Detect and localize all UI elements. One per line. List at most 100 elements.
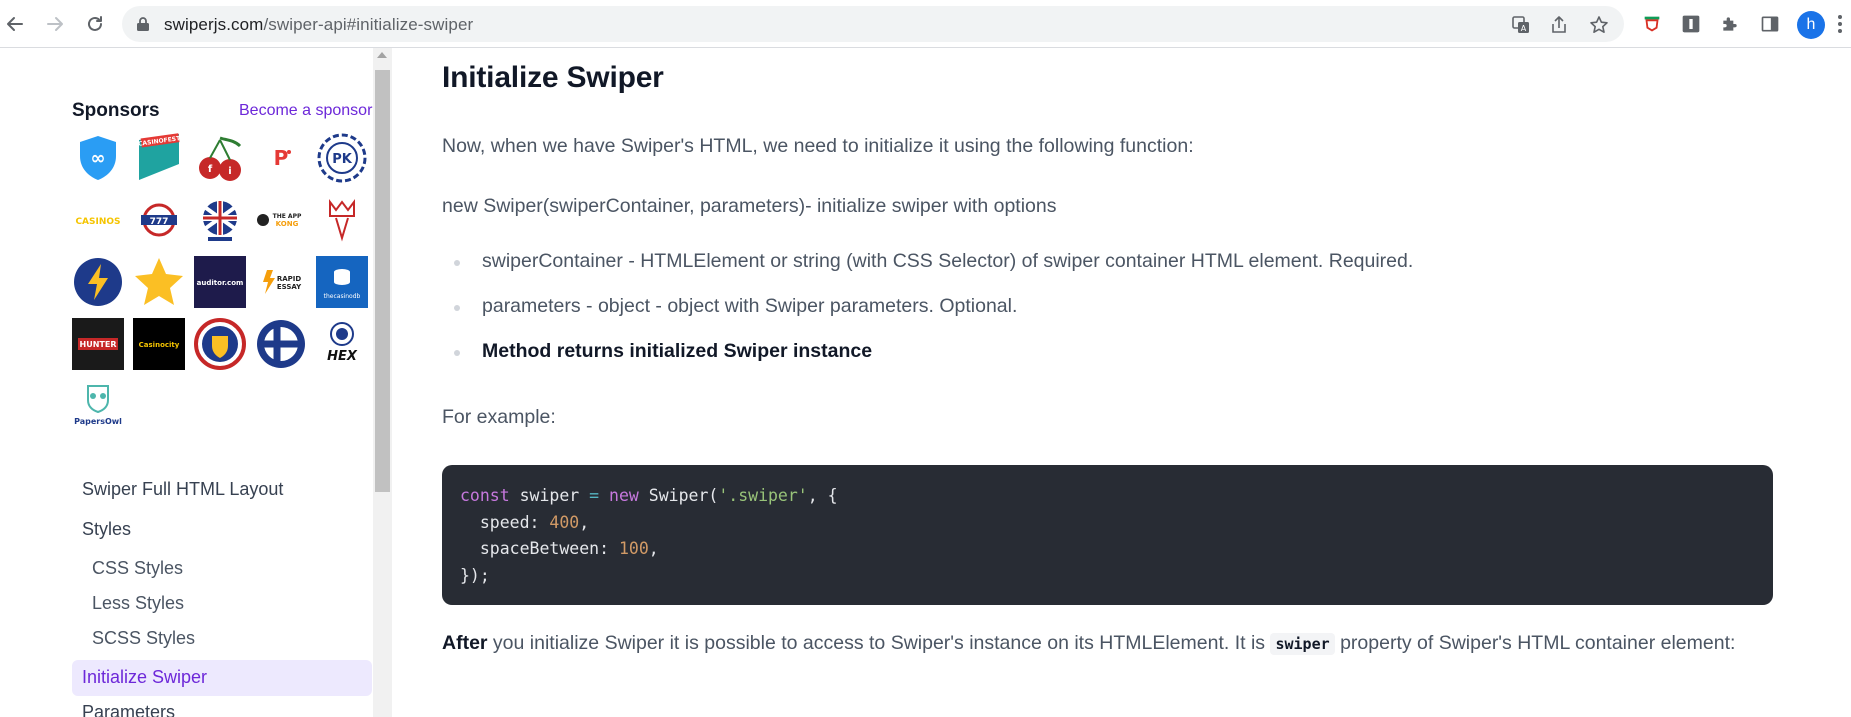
extension-reader-button[interactable] [1679,12,1703,36]
code-token: spaceBetween: [460,539,619,558]
sidebar-item-scss-styles[interactable]: SCSS Styles [92,628,195,649]
sponsor-logo-text: HEX [327,349,358,364]
bullet-dot-icon [454,260,460,266]
sponsor-papersowl-logo-icon: PapersOwl [74,385,122,426]
sidebar-item-initialize-swiper[interactable]: Initialize Swiper [72,660,372,696]
scrollbar-thumb[interactable] [375,70,390,492]
side-panel-button[interactable] [1758,12,1782,36]
sponsor-logo-text: thecasinodb [324,293,361,300]
sponsor-logo-text: 777 [150,217,169,227]
code-token: , [648,539,659,558]
sponsor-logo[interactable]: HUNTER [72,318,124,370]
sponsor-pk-chip-logo-icon: PK [317,133,367,183]
after-text-2: property of Swiper's HTML container elem… [1334,632,1736,654]
code-token: , [579,512,590,532]
sponsor-logo[interactable]: CASINOFEST [133,132,185,184]
sidebar-item-full-html-layout[interactable]: Swiper Full HTML Layout [82,479,283,500]
svg-text:i: i [228,166,231,177]
sidebar-scrollbar[interactable] [373,48,392,717]
sidebar-item-css-styles[interactable]: CSS Styles [92,558,183,579]
sponsor-red-crown-logo-icon [329,199,355,242]
sponsor-logo[interactable] [72,256,124,308]
sidebar-item-less-styles[interactable]: Less Styles [92,593,184,614]
sponsor-p-logo-icon: P [274,146,291,170]
sponsor-777-logo-icon: 777 [141,203,177,237]
sponsor-hunter-logo-icon: HUNTER [72,318,124,370]
share-icon [1552,16,1566,33]
list-item-text: Method returns initialized Swiper instan… [482,340,873,362]
svg-text:THE APP: THE APP [273,213,302,220]
sponsor-logo[interactable] [133,256,185,308]
share-button[interactable] [1548,14,1570,36]
sponsor-logo[interactable] [255,318,307,370]
list-item-text: swiperContainer - HTMLElement or string … [482,250,1414,272]
sponsor-logo-text: auditor.com [197,279,244,287]
url-text: swiperjs.com/swiper-api#initialize-swipe… [164,15,473,35]
svg-text:KONG: KONG [276,220,299,228]
sponsor-dutch-lion-logo-icon [194,318,246,370]
code-token: 400 [549,512,580,532]
sponsor-appkong-logo-icon: THE APPKONG [257,213,302,228]
scroll-up-arrow-icon[interactable] [377,52,387,58]
reload-button[interactable] [82,11,108,37]
sponsor-logo[interactable]: P [255,132,307,184]
sponsor-logo[interactable]: ∞ [72,132,124,184]
sponsor-logo[interactable] [194,194,246,246]
sponsor-logo[interactable]: 777 [133,194,185,246]
back-arrow-icon [7,17,23,31]
sponsor-star-logo-icon [135,258,183,305]
sponsor-logo[interactable]: Casinocity [133,318,185,370]
code-token: , { [807,486,838,505]
sponsor-logo[interactable]: thecasinodb [316,256,368,308]
code-block[interactable]: const swiper = new Swiper('.swiper', { s… [442,465,1773,605]
sponsor-logo[interactable]: PK [316,132,368,184]
code-token: Swiper( [638,486,719,505]
sponsor-finnish-chip-logo-icon [257,320,305,368]
sponsor-hex-logo-icon: HEX [327,322,358,364]
sponsor-logo[interactable]: CASINOS [72,194,124,246]
extensions-button[interactable] [1718,12,1742,36]
after-text-1: you initialize Swiper it is possible to … [487,632,1271,654]
translate-button[interactable]: A [1510,14,1532,36]
sponsor-auditor-logo-icon: auditor.com [194,256,246,308]
svg-text:∞: ∞ [91,148,106,169]
sponsor-logo[interactable]: fi [194,132,246,184]
forward-button[interactable] [42,11,68,37]
code-token: = [589,486,600,505]
for-example-paragraph: For example: [442,406,556,428]
sponsor-cherry-logo-icon: fi [199,136,242,181]
bookmark-button[interactable] [1588,14,1610,36]
inline-code-swiper: swiper [1270,633,1335,655]
docs-content: Initialize Swiper Now, when we have Swip… [392,48,1851,717]
sponsor-casinos-logo-icon: CASINOS [75,217,120,227]
sponsor-logo-text: HUNTER [80,340,117,349]
profile-avatar[interactable]: h [1797,11,1825,39]
sidebar-item-parameters[interactable]: Parameters [82,702,175,717]
sponsor-logo[interactable]: THE APP KONG [255,194,307,246]
section-heading: Initialize Swiper [442,61,664,94]
sponsor-logo[interactable]: PapersOwl [72,380,124,432]
code-token: new [599,486,639,505]
list-item-text: parameters - object - object with Swiper… [482,295,1018,317]
sponsor-logo[interactable]: HEX [316,318,368,370]
sponsor-logo[interactable]: RAPID ESSAY [255,256,307,308]
code-token: swiper [509,486,590,505]
sponsor-logo[interactable]: auditor.com [194,256,246,308]
code-line: spaceBetween: 100, [460,536,1755,563]
become-sponsor-link[interactable]: Become a sponsor [239,102,372,120]
sponsor-casinodb-logo-icon: thecasinodb [316,256,368,308]
bullet-dot-icon [454,305,460,311]
lock-icon [137,17,149,31]
svg-text:f: f [208,164,213,175]
code-line: const swiper = new Swiper('.swiper', { [460,483,1755,510]
sidebar-item-styles[interactable]: Styles [82,519,131,540]
back-button[interactable] [2,11,28,37]
address-bar[interactable]: swiperjs.com/swiper-api#initialize-swipe… [122,6,1624,42]
sponsor-logo[interactable] [194,318,246,370]
sponsor-casinocity-logo-icon: Casinocity [133,318,185,370]
svg-text:P: P [274,146,289,170]
sponsor-logo[interactable] [316,194,368,246]
url-path: /swiper-api#initialize-swiper [263,15,474,34]
menu-kebab-icon[interactable] [1834,12,1846,36]
extension-shield-button[interactable] [1640,12,1664,36]
